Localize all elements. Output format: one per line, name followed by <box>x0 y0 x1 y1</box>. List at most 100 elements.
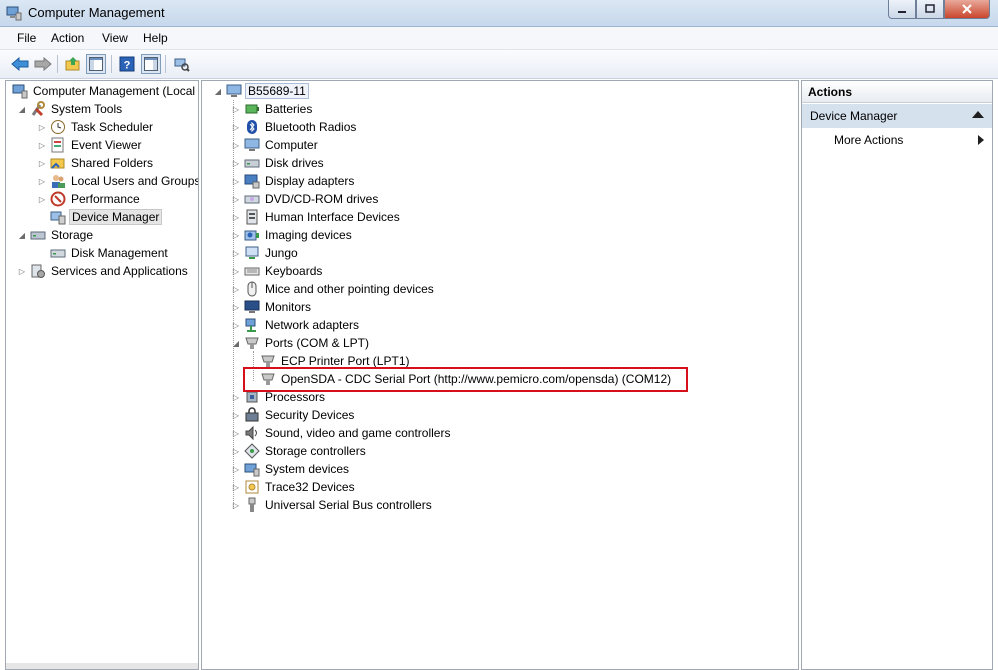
more-actions-item[interactable]: More Actions <box>834 131 988 149</box>
tree-category-after-3[interactable]: ▷ Storage controllers <box>230 442 368 460</box>
back-button[interactable] <box>10 54 30 74</box>
tree-label: Ports (COM & LPT) <box>265 336 370 350</box>
console-tree-icon <box>89 57 103 71</box>
more-actions-label: More Actions <box>834 133 904 147</box>
tree-category-after-4[interactable]: ▷ System devices <box>230 460 351 478</box>
collapsed-arrow-icon[interactable]: ▷ <box>16 265 28 277</box>
tree-category-5[interactable]: ▷ DVD/CD-ROM drives <box>230 190 380 208</box>
collapsed-arrow-icon[interactable]: ▷ <box>230 499 242 511</box>
forward-arrow-icon <box>34 57 52 71</box>
minimize-button[interactable] <box>888 0 916 19</box>
forward-button[interactable] <box>33 54 53 74</box>
menu-file[interactable]: File <box>17 31 36 45</box>
tree-category-11[interactable]: ▷ Monitors <box>230 298 313 316</box>
maximize-button[interactable] <box>916 0 944 19</box>
collapsed-arrow-icon[interactable]: ▷ <box>230 229 242 241</box>
tree-category-7[interactable]: ▷ Imaging devices <box>230 226 354 244</box>
collapsed-arrow-icon[interactable]: ▷ <box>230 139 242 151</box>
collapse-up-icon[interactable] <box>972 111 984 118</box>
expanded-arrow-icon[interactable]: ◢ <box>230 337 242 349</box>
tree-services-applications[interactable]: ▷ Services and Applications <box>16 262 190 280</box>
expanded-arrow-icon[interactable]: ◢ <box>212 85 224 97</box>
tree-category-4[interactable]: ▷ Display adapters <box>230 172 356 190</box>
collapsed-arrow-icon[interactable]: ▷ <box>230 157 242 169</box>
collapsed-arrow-icon[interactable]: ▷ <box>230 481 242 493</box>
collapsed-arrow-icon[interactable]: ▷ <box>230 409 242 421</box>
tree-category-3[interactable]: ▷ Disk drives <box>230 154 326 172</box>
collapsed-arrow-icon[interactable]: ▷ <box>36 157 48 169</box>
expanded-arrow-icon[interactable]: ◢ <box>16 103 28 115</box>
disk-management-icon <box>50 245 66 261</box>
up-one-level-button[interactable] <box>63 54 83 74</box>
tree-performance[interactable]: ▷ Performance <box>36 190 142 208</box>
tree-storage[interactable]: ◢ Storage <box>16 226 95 244</box>
menu-action[interactable]: Action <box>51 31 84 45</box>
collapsed-arrow-icon[interactable]: ▷ <box>230 319 242 331</box>
tree-label: Local Users and Groups <box>71 174 199 188</box>
tree-label: Storage controllers <box>265 444 366 458</box>
tree-category-after-5[interactable]: ▷ Trace32 Devices <box>230 478 357 496</box>
tree-category-1[interactable]: ▷ Bluetooth Radios <box>230 118 358 136</box>
scan-hardware-button[interactable] <box>172 54 192 74</box>
tree-category-2[interactable]: ▷ Computer <box>230 136 320 154</box>
tree-device-manager[interactable]: Device Manager <box>48 208 163 226</box>
menu-bar: File Action View Help <box>0 27 998 50</box>
tree-category-9[interactable]: ▷ Keyboards <box>230 262 324 280</box>
horizontal-scrollbar[interactable] <box>6 663 198 669</box>
collapsed-arrow-icon[interactable]: ▷ <box>230 463 242 475</box>
collapsed-arrow-icon[interactable]: ▷ <box>230 121 242 133</box>
tree-category-after-1[interactable]: ▷ Security Devices <box>230 406 356 424</box>
expanded-arrow-icon[interactable]: ◢ <box>16 229 28 241</box>
collapsed-arrow-icon[interactable]: ▷ <box>230 427 242 439</box>
tree-event-viewer[interactable]: ▷ Event Viewer <box>36 136 143 154</box>
menu-view[interactable]: View <box>102 31 128 45</box>
tree-shared-folders[interactable]: ▷ Shared Folders <box>36 154 155 172</box>
collapsed-arrow-icon[interactable]: ▷ <box>230 175 242 187</box>
help-button[interactable]: ? <box>117 54 137 74</box>
collapsed-arrow-icon[interactable]: ▷ <box>230 193 242 205</box>
collapsed-arrow-icon[interactable]: ▷ <box>36 193 48 205</box>
collapsed-arrow-icon[interactable]: ▷ <box>230 265 242 277</box>
services-icon <box>30 263 46 279</box>
toolbar: ? <box>0 50 998 79</box>
tree-category-10[interactable]: ▷ Mice and other pointing devices <box>230 280 436 298</box>
close-button[interactable] <box>944 0 990 19</box>
tree-host[interactable]: ◢ B55689-11 <box>212 82 309 100</box>
tree-system-tools[interactable]: ◢ System Tools <box>16 100 124 118</box>
collapsed-arrow-icon[interactable]: ▷ <box>36 175 48 187</box>
tree-category-12[interactable]: ▷ Network adapters <box>230 316 361 334</box>
menu-help[interactable]: Help <box>143 31 168 45</box>
collapsed-arrow-icon[interactable]: ▷ <box>230 391 242 403</box>
tree-local-users[interactable]: ▷ Local Users and Groups <box>36 172 199 190</box>
collapsed-arrow-icon[interactable]: ▷ <box>230 301 242 313</box>
collapsed-arrow-icon[interactable]: ▷ <box>230 283 242 295</box>
tree-category-8[interactable]: ▷ Jungo <box>230 244 300 262</box>
collapsed-arrow-icon[interactable]: ▷ <box>36 139 48 151</box>
window-title: Computer Management <box>28 5 165 20</box>
collapsed-arrow-icon[interactable]: ▷ <box>230 103 242 115</box>
tree-category-6[interactable]: ▷ Human Interface Devices <box>230 208 402 226</box>
monitor-icon <box>244 299 260 315</box>
collapsed-arrow-icon[interactable]: ▷ <box>230 211 242 223</box>
tree-category-after-2[interactable]: ▷ Sound, video and game controllers <box>230 424 452 442</box>
keyboard-icon <box>244 263 260 279</box>
show-hide-action-pane-button[interactable] <box>141 54 161 74</box>
actions-section-device-manager[interactable]: Device Manager <box>802 104 992 128</box>
tree-computer-management[interactable]: Computer Management (Local <box>10 82 197 100</box>
host-label: B55689-11 <box>245 83 309 99</box>
tree-label: Services and Applications <box>51 264 188 278</box>
computer-management-icon <box>12 83 28 99</box>
show-hide-console-tree-button[interactable] <box>86 54 106 74</box>
tree-category-after-6[interactable]: ▷ Universal Serial Bus controllers <box>230 496 434 514</box>
tree-category-0[interactable]: ▷ Batteries <box>230 100 314 118</box>
tree-task-scheduler[interactable]: ▷ Task Scheduler <box>36 118 155 136</box>
tree-label: Jungo <box>265 246 298 260</box>
tree-disk-management[interactable]: Disk Management <box>48 244 170 262</box>
tree-category-13[interactable]: ◢ Ports (COM & LPT) <box>230 334 371 352</box>
collapsed-arrow-icon[interactable]: ▷ <box>230 247 242 259</box>
collapsed-arrow-icon[interactable]: ▷ <box>36 121 48 133</box>
submenu-arrow-icon <box>978 135 984 145</box>
collapsed-arrow-icon[interactable]: ▷ <box>230 445 242 457</box>
tree-label: Imaging devices <box>265 228 352 242</box>
sound-icon <box>244 425 260 441</box>
